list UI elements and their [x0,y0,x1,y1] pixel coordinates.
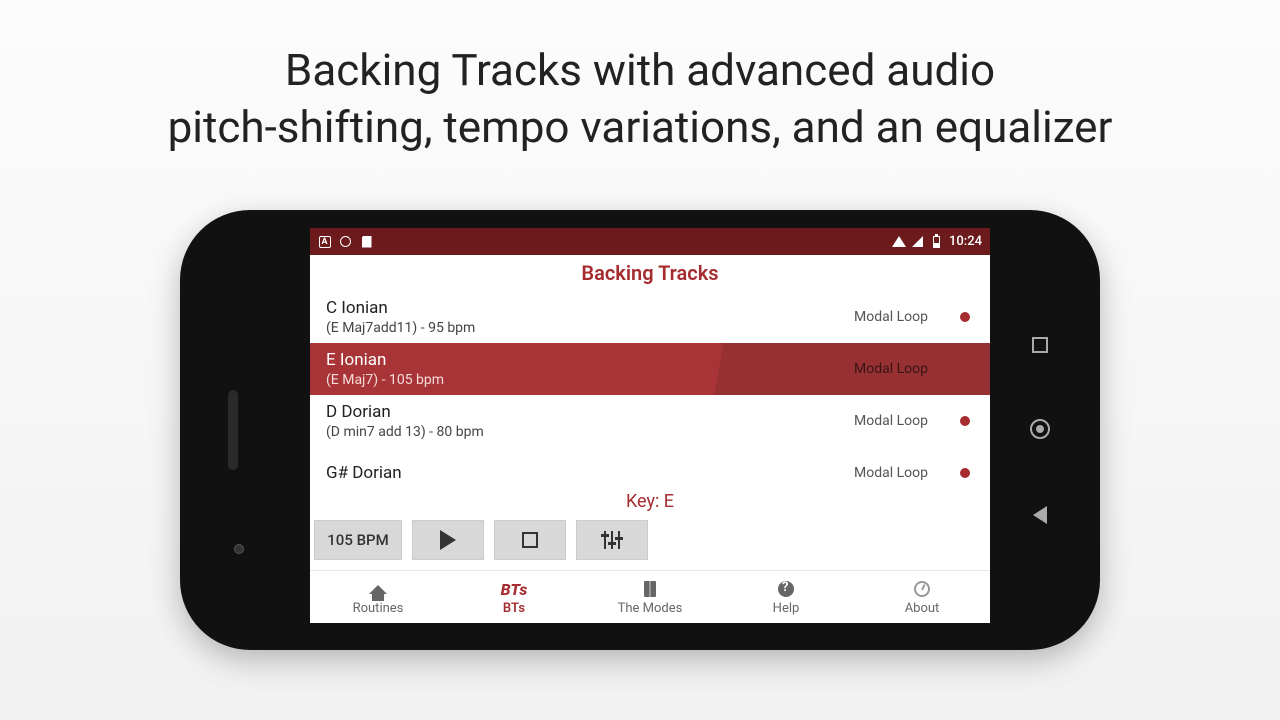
nav-label: Routines [353,601,404,616]
home-icon [369,579,387,599]
app-header: Backing Tracks [310,255,990,291]
nav-help[interactable]: Help [718,571,854,623]
track-title: E Ionian [326,350,854,370]
front-camera [234,544,244,554]
track-subtitle: (D min7 add 13) - 80 bpm [326,424,854,440]
nav-label: Help [773,601,800,616]
nav-routines[interactable]: Routines [310,571,446,623]
track-title: C Ionian [326,298,854,318]
sd-card-icon [360,235,373,248]
speaker-slot [228,390,238,470]
key-label: Key: E [310,487,990,520]
nav-label: BTs [503,601,525,616]
bts-icon: BTs [501,580,528,599]
phone-frame: A 10:24 Backing Tracks C Ionian (E Maj7a… [180,210,1100,650]
nav-bts[interactable]: BTs BTs [446,571,582,623]
nav-modes[interactable]: The Modes [582,571,718,623]
record-dot-icon [960,312,970,322]
battery-icon [930,235,943,248]
app-screen: A 10:24 Backing Tracks C Ionian (E Maj7a… [310,228,990,623]
track-row[interactable]: C Ionian (E Maj7add11) - 95 bpm Modal Lo… [310,291,990,343]
nav-label: About [905,601,940,616]
track-subtitle: (E Maj7add11) - 95 bpm [326,320,854,336]
record-dot-icon [960,468,970,478]
promo-headline: Backing Tracks with advanced audio pitch… [0,0,1280,156]
nav-about[interactable]: About [854,571,990,623]
track-row-selected[interactable]: E Ionian (E Maj7) - 105 bpm Modal Loop [310,343,990,395]
playback-controls: 105 BPM [310,520,990,570]
back-button[interactable] [1033,506,1047,524]
track-tag: Modal Loop [854,309,928,325]
wifi-icon [892,235,905,248]
play-icon [440,530,456,550]
sync-icon [339,235,352,248]
keyboard-icon: A [318,235,331,248]
track-tag: Modal Loop [854,413,928,429]
track-title: G# Dorian [326,463,854,483]
headline-line1: Backing Tracks with advanced audio [285,44,995,96]
track-row[interactable]: D Dorian (D min7 add 13) - 80 bpm Modal … [310,395,990,447]
equalizer-button[interactable] [576,520,648,560]
nav-label: The Modes [618,601,683,616]
stop-button[interactable] [494,520,566,560]
bpm-button[interactable]: 105 BPM [314,520,402,560]
app-title: Backing Tracks [581,261,718,285]
headline-line2: pitch-shifting, tempo variations, and an… [168,101,1113,153]
stop-icon [522,532,538,548]
android-nav-buttons [1010,210,1070,650]
book-icon [644,579,656,599]
status-bar: A 10:24 [310,228,990,255]
track-subtitle: (E Maj7) - 105 bpm [326,372,854,388]
track-row[interactable]: G# Dorian Modal Loop [310,447,990,487]
track-list[interactable]: C Ionian (E Maj7add11) - 95 bpm Modal Lo… [310,291,990,487]
equalizer-icon [604,531,620,549]
help-icon [778,579,794,599]
signal-icon [911,235,924,248]
clock-icon [914,579,930,599]
record-dot-icon [960,416,970,426]
track-title: D Dorian [326,402,854,422]
bottom-nav: Routines BTs BTs The Modes Help About [310,570,990,623]
track-tag: Modal Loop [854,465,928,481]
status-time: 10:24 [949,234,982,249]
recent-apps-button[interactable] [1032,337,1048,353]
home-button[interactable] [1030,419,1050,439]
play-button[interactable] [412,520,484,560]
track-tag: Modal Loop [854,361,928,377]
